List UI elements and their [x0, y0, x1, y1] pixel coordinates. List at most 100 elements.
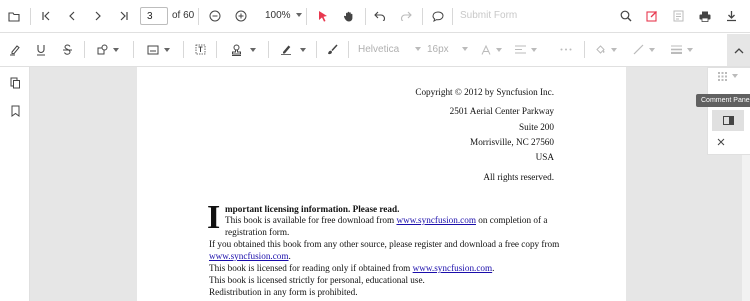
paragraph-line: This book is licensed for reading only i…	[209, 263, 494, 273]
paragraph-line: Redistribution in any form is prohibited…	[209, 287, 358, 297]
text: .	[288, 251, 291, 261]
last-page-icon[interactable]	[116, 0, 132, 32]
chevron-down-icon	[649, 47, 655, 52]
navigation-pane	[0, 67, 30, 301]
annotation-type-dropdown[interactable]	[716, 70, 740, 82]
undo-icon[interactable]	[372, 0, 388, 32]
toolbar-divider	[30, 8, 31, 25]
zoom-in-icon[interactable]	[233, 0, 249, 32]
toolbar-divider	[584, 41, 585, 58]
shapes-dropdown[interactable]	[95, 33, 121, 66]
fill-color-dropdown[interactable]	[594, 33, 618, 66]
comment-panel-button[interactable]	[712, 110, 744, 131]
licensing-heading: mportant licensing information. Please r…	[225, 204, 400, 214]
address-line: 2501 Aerial Center Parkway	[449, 106, 554, 116]
page-number-input[interactable]: 3	[140, 7, 168, 25]
previous-page-icon[interactable]	[64, 0, 80, 32]
toolbar-divider	[84, 41, 85, 58]
page-thumbnails-icon[interactable]	[7, 76, 23, 90]
paragraph-line: registration form.	[225, 227, 290, 237]
grid-icon	[718, 71, 727, 81]
pan-hand-icon[interactable]	[341, 0, 357, 32]
chevron-down-icon	[300, 47, 306, 52]
paragraph-line: www.syncfusion.com.	[209, 251, 291, 261]
zoom-out-icon[interactable]	[207, 0, 223, 32]
print-icon[interactable]	[697, 0, 713, 32]
close-icon[interactable]	[714, 136, 728, 148]
thickness-dropdown[interactable]	[670, 33, 694, 66]
chevron-down-icon	[113, 47, 119, 52]
address-line: USA	[535, 152, 554, 162]
paragraph-line: This book is licensed strictly for perso…	[209, 275, 425, 285]
chevron-down-icon	[415, 47, 422, 52]
strikethrough-icon[interactable]	[59, 33, 75, 66]
calibrate-dropdown[interactable]	[145, 33, 171, 66]
toolbar-divider	[306, 8, 307, 25]
more-options-icon[interactable]	[558, 33, 574, 66]
toolbar-divider	[422, 8, 423, 25]
download-icon[interactable]	[723, 0, 739, 32]
text: This book is available for free download…	[225, 215, 397, 225]
chevron-down-icon	[461, 47, 468, 52]
syncfusion-link[interactable]: www.syncfusion.com	[413, 263, 493, 273]
text-align-icon	[515, 45, 526, 54]
toolbar-divider	[198, 8, 199, 25]
rights-line: All rights reserved.	[483, 172, 554, 182]
form-designer-icon[interactable]	[670, 0, 686, 32]
signature-pen-icon	[281, 45, 291, 55]
stroke-color-dropdown[interactable]	[632, 33, 656, 66]
toolbar-divider	[316, 41, 317, 58]
stamp-icon	[231, 44, 241, 56]
zoom-dropdown[interactable]: 100%	[265, 10, 302, 21]
submit-form-button[interactable]: Submit Form	[460, 10, 517, 21]
chevron-up-icon	[734, 47, 743, 53]
highlight-icon[interactable]	[6, 33, 22, 66]
toolbar-divider	[183, 41, 184, 58]
zoom-value: 100%	[265, 10, 291, 21]
paragraph-line: If you obtained this book from any other…	[209, 239, 560, 249]
signature-dropdown[interactable]	[278, 33, 308, 66]
text: on completion of a	[475, 215, 548, 225]
stamp-dropdown[interactable]	[228, 33, 258, 66]
toolbar-divider	[365, 8, 366, 25]
bookmark-icon[interactable]	[7, 104, 23, 118]
address-line: Morrisville, NC 27560	[470, 137, 554, 147]
measure-icon	[147, 45, 158, 54]
chevron-down-icon	[732, 74, 738, 78]
comment-icon[interactable]	[430, 0, 446, 32]
font-color-dropdown[interactable]	[479, 33, 503, 66]
text: .	[492, 263, 495, 273]
toolbar-divider	[348, 41, 349, 58]
text-align-dropdown[interactable]	[514, 33, 538, 66]
underline-icon[interactable]	[33, 33, 49, 66]
redo-icon[interactable]	[398, 0, 414, 32]
first-page-icon[interactable]	[38, 0, 54, 32]
paragraph-line: This book is available for free download…	[225, 215, 547, 225]
chevron-down-icon	[249, 47, 256, 52]
next-page-icon[interactable]	[90, 0, 106, 32]
font-size-value: 16px	[427, 44, 449, 55]
address-line: Suite 200	[519, 122, 554, 132]
syncfusion-link[interactable]: www.syncfusion.com	[396, 215, 476, 225]
ink-brush-icon[interactable]	[324, 33, 340, 66]
font-size-dropdown[interactable]: 16px	[427, 44, 468, 55]
collapse-toolbar-button[interactable]	[727, 34, 750, 66]
chevron-down-icon	[163, 47, 170, 52]
font-family-value: Helvetica	[358, 44, 400, 55]
free-text-icon[interactable]	[192, 33, 208, 66]
total-pages-label: of 60	[172, 10, 195, 21]
font-family-dropdown[interactable]: Helvetica	[358, 44, 422, 55]
text: This book is licensed for reading only i…	[209, 263, 413, 273]
font-color-icon	[481, 44, 490, 55]
chevron-down-icon	[495, 47, 502, 52]
main-toolbar: 3 of 60 100% Submit Form	[0, 0, 750, 33]
search-icon[interactable]	[618, 0, 634, 32]
edit-annotation-icon[interactable]	[644, 0, 660, 32]
stroke-color-icon	[633, 44, 644, 55]
open-folder-icon[interactable]	[6, 0, 22, 32]
chevron-down-icon	[531, 47, 537, 52]
selection-pointer-icon[interactable]	[315, 0, 331, 32]
shapes-icon	[97, 44, 108, 55]
annotation-toolbar: Helvetica 16px	[0, 33, 750, 67]
syncfusion-link[interactable]: www.syncfusion.com	[209, 251, 289, 261]
